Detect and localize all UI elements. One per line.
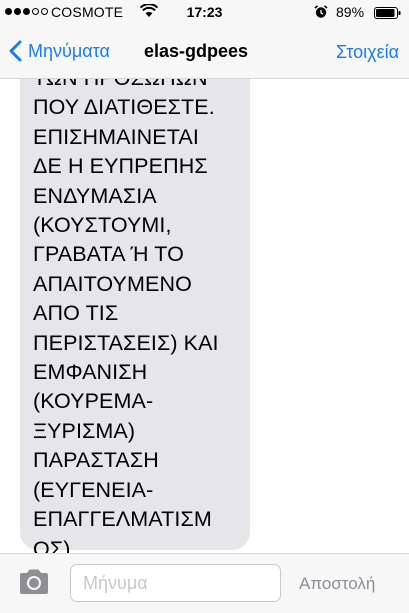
message-line: (ΚΟΥΣΤΟΥΜΙ,	[33, 213, 172, 238]
message-line: ΞΥΡΙΣΜΑ)	[33, 418, 136, 443]
alarm-icon	[314, 5, 328, 18]
messages-screen: COSMOTE 17:23 89% Μηνύματα elas-gdpees Σ…	[0, 0, 409, 613]
back-button[interactable]: Μηνύματα	[8, 40, 110, 62]
message-line: ΕΜΦΑΝΙΣΗ	[33, 360, 148, 385]
message-line: ΕΠΙΣΗΜΑΙΝΕΤΑΙ	[33, 124, 199, 149]
message-line: ΤΩΝ ΠΡΟΣΩΠΩΝ	[33, 79, 240, 93]
message-line: (ΚΟΥΡΕΜΑ-	[33, 389, 154, 414]
details-button[interactable]: Στοιχεία	[336, 42, 399, 63]
conversation-title: elas-gdpees	[144, 41, 249, 61]
message-line: ΠΕΡΙΣΤΑΣΕΙΣ) ΚΑΙ	[33, 330, 219, 355]
back-button-label: Μηνύματα	[28, 40, 110, 61]
message-line: (ΕΥΓΕΝΕΙΑ-	[33, 477, 154, 502]
navigation-bar: Μηνύματα elas-gdpees Στοιχεία	[0, 26, 409, 79]
message-input-bar: Αποστολή	[0, 553, 409, 613]
message-line: ΔΕ Η ΕΥΠΡΕΠΗΣ	[33, 154, 208, 179]
message-line: ΕΝΔΥΜΑΣΙΑ	[33, 183, 157, 208]
message-line: ΑΠΟ ΤΙΣ	[33, 301, 119, 326]
message-thread[interactable]: ΤΩΝ ΠΡΟΣΩΠΩΝ ΠΟΥ ΔΙΑΤΙΘΕΣΤΕ. ΕΠΙΣΗΜΑΙΝΕΤ…	[0, 79, 409, 553]
message-line: ΓΡΑΒΑΤΑ Ή ΤΟ	[33, 242, 184, 267]
camera-icon[interactable]	[17, 568, 51, 596]
message-input[interactable]	[70, 564, 281, 602]
message-line: ΠΟΥ ΔΙΑΤΙΘΕΣΤΕ.	[33, 95, 215, 120]
battery-icon	[374, 7, 401, 19]
battery-percentage: 89%	[336, 4, 365, 20]
status-bar: COSMOTE 17:23 89%	[0, 0, 409, 26]
incoming-message-bubble[interactable]: ΤΩΝ ΠΡΟΣΩΠΩΝ ΠΟΥ ΔΙΑΤΙΘΕΣΤΕ. ΕΠΙΣΗΜΑΙΝΕΤ…	[20, 79, 250, 553]
message-line: ΑΠΑΙΤΟΥΜΕΝΟ	[33, 271, 192, 296]
chevron-left-icon	[9, 40, 22, 62]
message-line: ΠΑΡΑΣΤΑΣΗ	[33, 448, 159, 473]
message-line: ΟΣ).	[33, 536, 77, 554]
send-button[interactable]: Αποστολή	[299, 574, 375, 594]
message-line: ΕΠΑΓΓΕΛΜΑΤΙΣΜ	[33, 507, 212, 532]
